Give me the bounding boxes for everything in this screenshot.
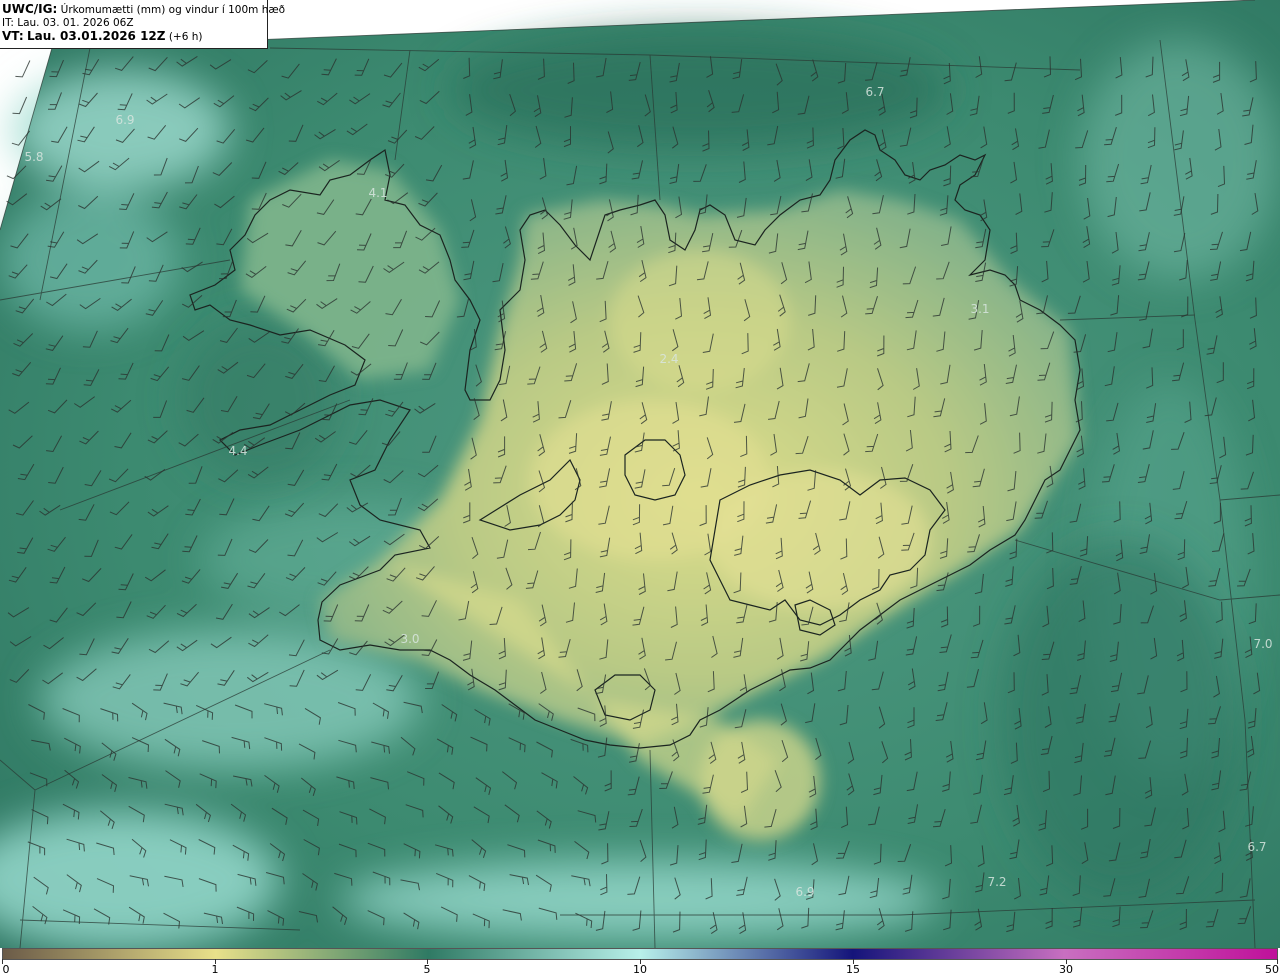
map-value-label: 3.0: [400, 632, 419, 646]
model-label: UWC/IG:: [2, 2, 58, 16]
colorbar-tick-label: 15: [846, 963, 860, 976]
map-title: Úrkomumætti (mm) og vindur í 100m hæð: [60, 4, 286, 16]
map-info-box: UWC/IG: Úrkomumætti (mm) og vindur í 100…: [0, 0, 285, 49]
map-value-label: 6.7: [1247, 840, 1266, 854]
valid-time-row: VT: Lau. 03.01.2026 12Z (+6 h): [2, 30, 267, 44]
title-row: UWC/IG: Úrkomumætti (mm) og vindur í 100…: [2, 2, 285, 17]
map-value-label: 6.9: [795, 885, 814, 899]
map-value-label: 4.4: [228, 444, 247, 458]
colorbar-tick-label: 5: [423, 963, 431, 976]
precipitation-map: 5.8 6.9 4.1 6.7 3.1 2.4 4.4 3.0 7.0 6.7 7.2 6.9: [0, 0, 1280, 948]
colorbar: 0 1 5 10 15 30 50: [0, 948, 1280, 978]
map-value-label: 3.1: [970, 302, 989, 316]
map-value-label: 4.1: [368, 186, 387, 200]
colorbar-tick-label: 30: [1059, 963, 1073, 976]
map-value-label: 6.9: [115, 113, 134, 127]
map-value-label: 5.8: [24, 150, 43, 164]
map-value-label: 2.4: [659, 352, 678, 366]
colorbar-tick-label: 50: [1265, 963, 1279, 976]
map-view: 5.8 6.9 4.1 6.7 3.1 2.4 4.4 3.0 7.0 6.7 7.2 6.9 UWC…: [0, 0, 1280, 978]
valid-label: VT:: [2, 29, 24, 43]
map-value-label: 7.0: [1253, 637, 1272, 651]
lead-time: (+6 h): [168, 31, 203, 43]
map-value-label: 7.2: [987, 875, 1006, 889]
colorbar-tick-label: 10: [633, 963, 647, 976]
map-value-label: 6.7: [865, 85, 884, 99]
colorbar-tick-label: 1: [211, 963, 219, 976]
colorbar-tick-label: 0: [2, 963, 10, 976]
valid-time: Lau. 03.01.2026 12Z: [26, 29, 166, 43]
